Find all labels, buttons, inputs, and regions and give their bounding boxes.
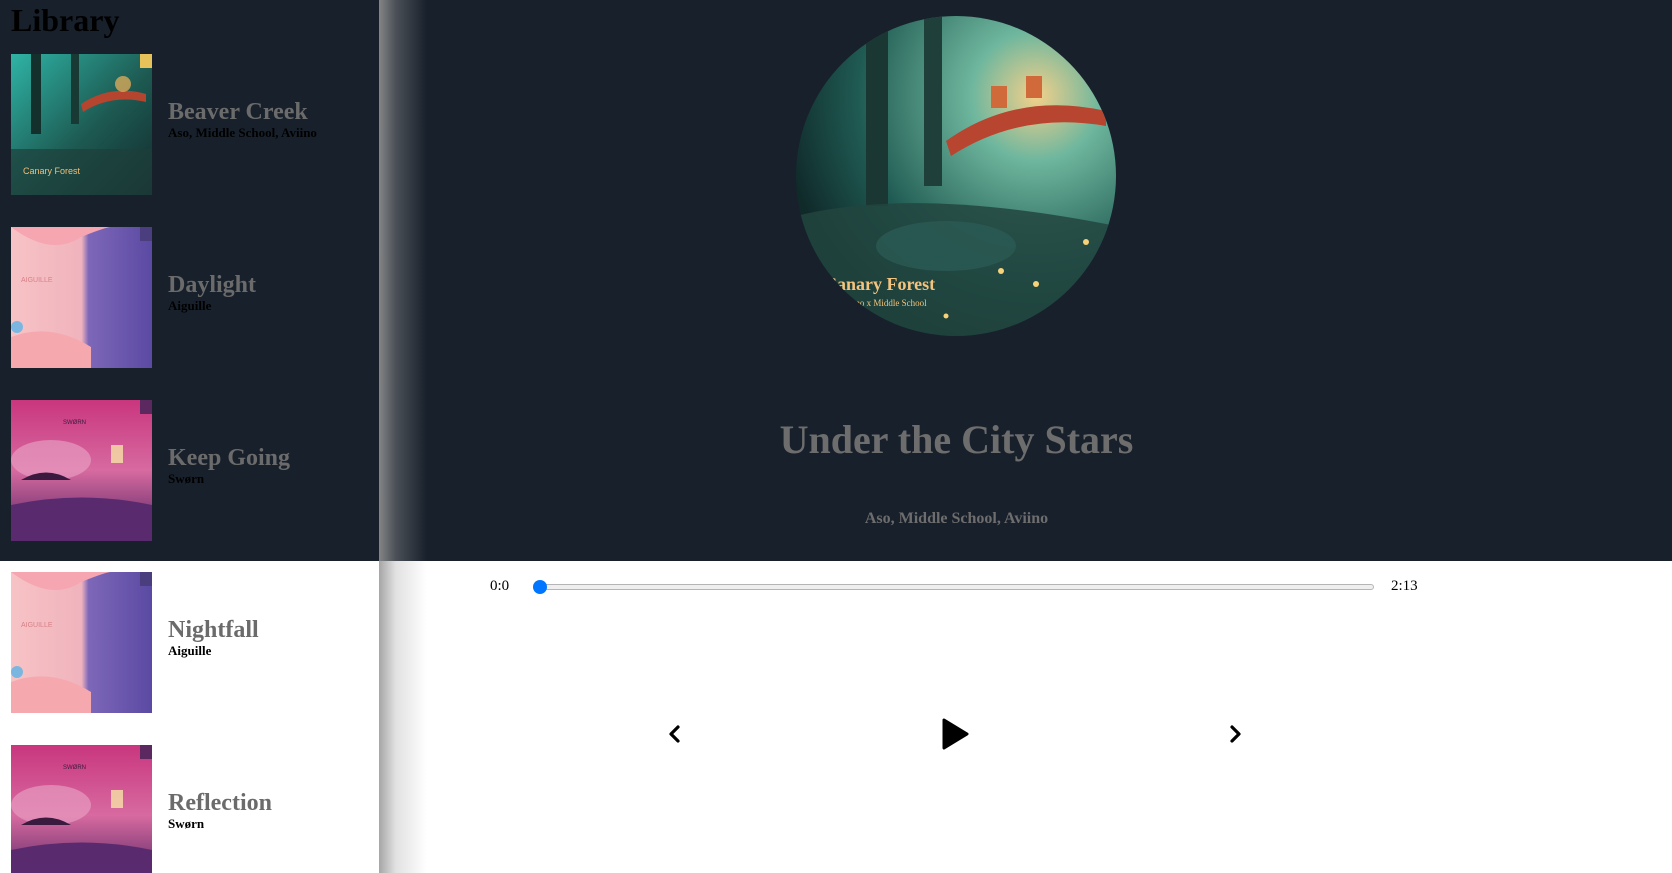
library-track-nightfall[interactable]: AIGUILLE Nightfall Aiguille — [11, 572, 371, 714]
now-playing-artist: Aso, Middle School, Aviino — [864, 510, 1049, 527]
track-title: Reflection — [168, 790, 272, 816]
album-cover: Canary Forest — [11, 54, 152, 195]
track-artist: Swørn — [168, 471, 205, 486]
track-artist: Aiguille — [168, 298, 212, 313]
track-title: Nightfall — [168, 617, 259, 643]
library-track-beaver-creek[interactable]: Canary Forest Beaver Creek Aso, Middle S… — [11, 54, 371, 196]
album-cover: SWØRN — [11, 745, 152, 873]
chevron-right-icon — [1230, 725, 1241, 743]
album-cover: AIGUILLE — [11, 227, 152, 368]
music-player-app: Library Canary Forest Beaver Creek Aso, … — [0, 0, 1672, 873]
track-title: Keep Going — [168, 445, 291, 471]
track-title: Daylight — [168, 272, 257, 298]
svg-text:SWØRN: SWØRN — [63, 765, 86, 771]
library-title: Library — [11, 2, 120, 38]
svg-text:AIGUILLE: AIGUILLE — [21, 622, 53, 629]
library-track-keep-going[interactable]: SWØRN Keep Going Swørn — [11, 400, 371, 542]
progress-slider[interactable] — [533, 580, 1374, 594]
chevron-left-icon — [669, 725, 680, 743]
track-info: Nightfall Aiguille — [168, 617, 259, 659]
play-button[interactable] — [935, 714, 975, 754]
album-cover: SWØRN — [11, 400, 152, 541]
progress-thumb[interactable] — [533, 580, 547, 594]
track-artist: Aiguille — [168, 643, 212, 658]
library-sidebar: Library Canary Forest Beaver Creek Aso, … — [0, 0, 379, 873]
previous-button[interactable] — [655, 714, 695, 754]
library-track-reflection[interactable]: SWØRN Reflection Swørn — [11, 745, 371, 873]
track-info: Beaver Creek Aso, Middle School, Aviino — [168, 99, 317, 141]
svg-text:SWØRN: SWØRN — [63, 420, 86, 426]
current-time: 0:0 — [490, 578, 510, 594]
track-artist: Aso, Middle School, Aviino — [168, 125, 317, 140]
next-button[interactable] — [1215, 714, 1255, 754]
total-time: 2:13 — [1391, 578, 1418, 594]
svg-text:Canary Forest: Canary Forest — [23, 166, 81, 176]
play-icon — [942, 718, 969, 750]
now-playing-title: Under the City Stars — [779, 417, 1134, 462]
track-title: Beaver Creek — [168, 99, 308, 125]
library-track-daylight[interactable]: AIGUILLE Daylight Aiguille — [11, 227, 371, 369]
sidebar-divider — [379, 0, 427, 873]
track-artist: Swørn — [168, 816, 205, 831]
track-info: Reflection Swørn — [168, 790, 272, 832]
track-info: Keep Going Swørn — [168, 445, 290, 487]
svg-text:AIGUILLE: AIGUILLE — [21, 277, 53, 284]
track-info: Daylight Aiguille — [168, 272, 256, 314]
album-cover: AIGUILLE — [11, 572, 152, 713]
now-playing-cover: Canary Forest Aviino x Middle School — [796, 16, 1116, 336]
